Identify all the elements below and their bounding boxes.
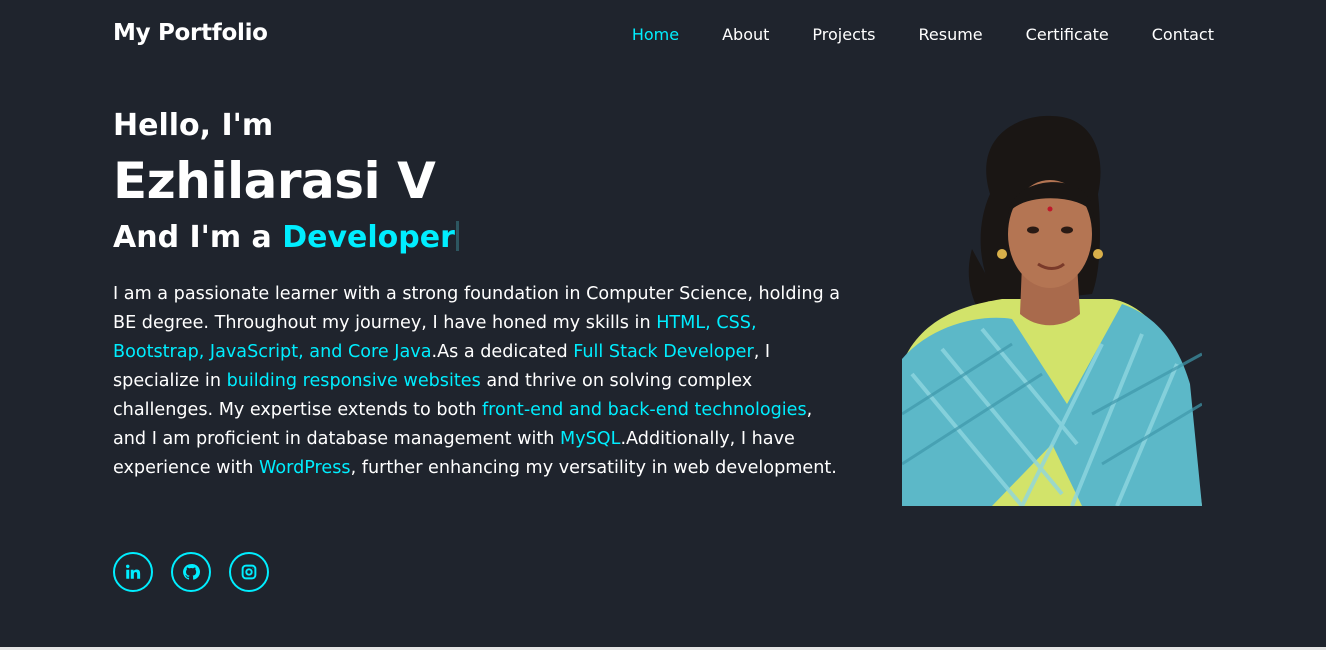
linkedin-button[interactable] (113, 552, 153, 592)
site-header: My Portfolio Home About Projects Resume … (0, 0, 1326, 72)
highlight-text: Full Stack Developer (573, 342, 754, 362)
paragraph-text: .As a dedicated (431, 342, 574, 362)
greeting-heading: Hello, I'm (113, 108, 274, 143)
intro-paragraph: I am a passionate learner with a strong … (113, 280, 843, 483)
nav-resume[interactable]: Resume (918, 25, 982, 44)
highlight-text: MySQL (560, 429, 621, 449)
role-text: Developer (282, 220, 455, 255)
highlight-text: building responsive websites (226, 371, 481, 391)
social-links (113, 552, 269, 592)
nav-home[interactable]: Home (632, 25, 679, 44)
hero-section: Hello, I'm Ezhilarasi V And I'm a Develo… (113, 106, 853, 483)
paragraph-text: , further enhancing my versatility in we… (350, 458, 837, 478)
site-logo[interactable]: My Portfolio (113, 20, 268, 46)
instagram-icon (241, 564, 257, 580)
main-nav: Home About Projects Resume Certificate C… (589, 25, 1214, 44)
highlight-text: front-end and back-end technologies (481, 400, 807, 420)
nav-contact[interactable]: Contact (1152, 25, 1214, 44)
role-heading: And I'm a Developer (113, 218, 853, 258)
name-heading: Ezhilarasi V (113, 152, 436, 210)
highlight-text: WordPress (259, 458, 351, 478)
instagram-button[interactable] (229, 552, 269, 592)
role-prefix: And I'm a (113, 220, 283, 255)
typing-caret (455, 221, 459, 251)
profile-photo (902, 115, 1202, 506)
github-icon (183, 564, 200, 580)
nav-certificate[interactable]: Certificate (1026, 25, 1109, 44)
nav-about[interactable]: About (722, 25, 769, 44)
nav-projects[interactable]: Projects (812, 25, 875, 44)
github-button[interactable] (171, 552, 211, 592)
linkedin-icon (126, 564, 141, 579)
